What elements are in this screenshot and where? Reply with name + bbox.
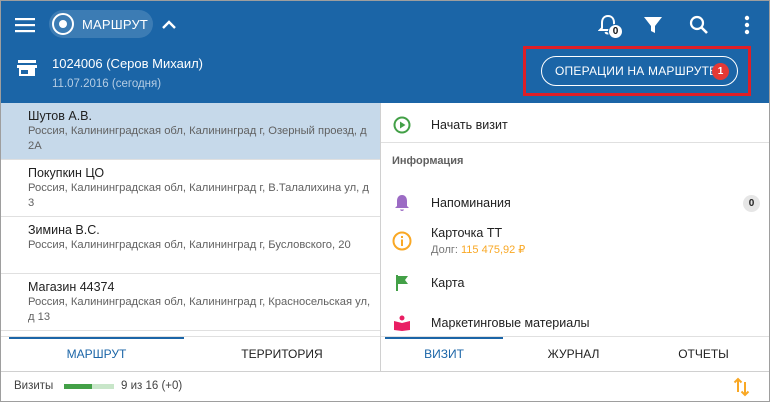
list-item-title: Шутов А.В.: [28, 109, 92, 123]
map-label: Карта: [431, 276, 465, 290]
more-vert-icon[interactable]: [735, 13, 759, 37]
list-item-address: Россия, Калининградская обл, Калининград…: [28, 296, 371, 323]
search-icon[interactable]: [687, 13, 711, 37]
visits-progress-bar: [64, 384, 114, 389]
route-operations-button[interactable]: ОПЕРАЦИИ НА МАРШРУТЕ 1: [541, 56, 738, 86]
left-tabs: МАРШРУТ ТЕРРИТОРИЯ: [1, 336, 380, 371]
reminders-label: Напоминания: [431, 196, 511, 210]
debt-line: Долг: 115 475,92 ₽: [431, 243, 525, 256]
list-item-address: Россия, Калининградская обл, Калининград…: [28, 125, 367, 152]
route-list: Шутов А.В. Россия, Калининградская обл, …: [1, 103, 380, 336]
marketing-materials-item[interactable]: Маркетинговые материалы: [381, 303, 769, 336]
filter-icon[interactable]: [641, 13, 665, 37]
reminders-item[interactable]: Напоминания 0: [381, 183, 769, 223]
outlet-card-label: Карточка ТТ: [431, 226, 503, 240]
notifications-count-badge: 0: [608, 24, 623, 39]
divider: [381, 142, 769, 143]
tab-visit[interactable]: ВИЗИТ: [385, 337, 503, 371]
status-bar: Визиты 9 из 16 (+0): [1, 371, 769, 401]
tab-territory[interactable]: ТЕРРИТОРИЯ: [184, 337, 380, 371]
visits-progress-fill: [64, 384, 93, 389]
list-item-title: Покупкин ЦО: [28, 166, 105, 180]
route-selector-chip[interactable]: МАРШРУТ: [49, 10, 153, 38]
tab-journal[interactable]: ЖУРНАЛ: [511, 337, 636, 371]
chevron-up-icon[interactable]: [157, 13, 181, 37]
route-operations-label: ОПЕРАЦИИ НА МАРШРУТЕ: [555, 64, 718, 78]
top-app-bar: МАРШРУТ 0 1024006 (Серов Михаил) 11.07.2…: [1, 1, 769, 103]
list-item-address: Россия, Калининградская обл, Калининград…: [28, 182, 369, 209]
list-item-title: Зимина В.С.: [28, 223, 100, 237]
menu-icon[interactable]: [11, 13, 39, 37]
marketing-materials-label: Маркетинговые материалы: [431, 316, 590, 330]
list-item-title: Магазин 44374: [28, 280, 115, 294]
debt-value: 115 475,92 ₽: [461, 244, 526, 256]
notifications-button[interactable]: 0: [591, 9, 625, 41]
section-heading-info: Информация: [392, 155, 464, 167]
client-name: 1024006 (Серов Михаил): [52, 56, 203, 71]
route-icon: [52, 13, 74, 35]
flag-icon: [392, 273, 412, 293]
map-item[interactable]: Карта: [381, 263, 769, 303]
store-icon: [17, 59, 37, 77]
visit-details-pane: Начать визит Информация Напоминания 0 Ка…: [381, 103, 769, 336]
list-item[interactable]: Магазин 44374 Россия, Калининградская об…: [1, 274, 380, 331]
tab-reports[interactable]: ОТЧЕТЫ: [641, 337, 766, 371]
route-chip-label: МАРШРУТ: [82, 16, 149, 32]
visits-label: Визиты: [14, 380, 54, 392]
list-item[interactable]: Покупкин ЦО Россия, Калининградская обл,…: [1, 160, 380, 217]
visits-count: 9 из 16 (+0): [121, 380, 183, 392]
list-item[interactable]: Шутов А.В. Россия, Калининградская обл, …: [1, 103, 380, 160]
right-tabs: ВИЗИТ ЖУРНАЛ ОТЧЕТЫ: [381, 336, 769, 371]
start-visit-button[interactable]: Начать визит: [381, 105, 769, 145]
bell-icon: [392, 193, 412, 213]
start-visit-label: Начать визит: [431, 118, 508, 132]
tab-route[interactable]: МАРШРУТ: [9, 337, 184, 371]
play-circle-icon: [392, 115, 412, 135]
list-item-address: Россия, Калининградская обл, Калининград…: [28, 239, 351, 251]
sort-icon[interactable]: [732, 377, 752, 397]
list-item[interactable]: Зимина В.С. Россия, Калининградская обл,…: [1, 217, 380, 274]
book-icon: [392, 313, 412, 333]
reminders-count-badge: 0: [743, 194, 760, 212]
app-window: МАРШРУТ 0 1024006 (Серов Михаил) 11.07.2…: [0, 0, 770, 402]
route-operations-badge: 1: [712, 63, 729, 80]
route-date: 11.07.2016 (сегодня): [52, 78, 162, 90]
debt-label: Долг:: [431, 244, 458, 256]
info-icon: [392, 231, 412, 251]
